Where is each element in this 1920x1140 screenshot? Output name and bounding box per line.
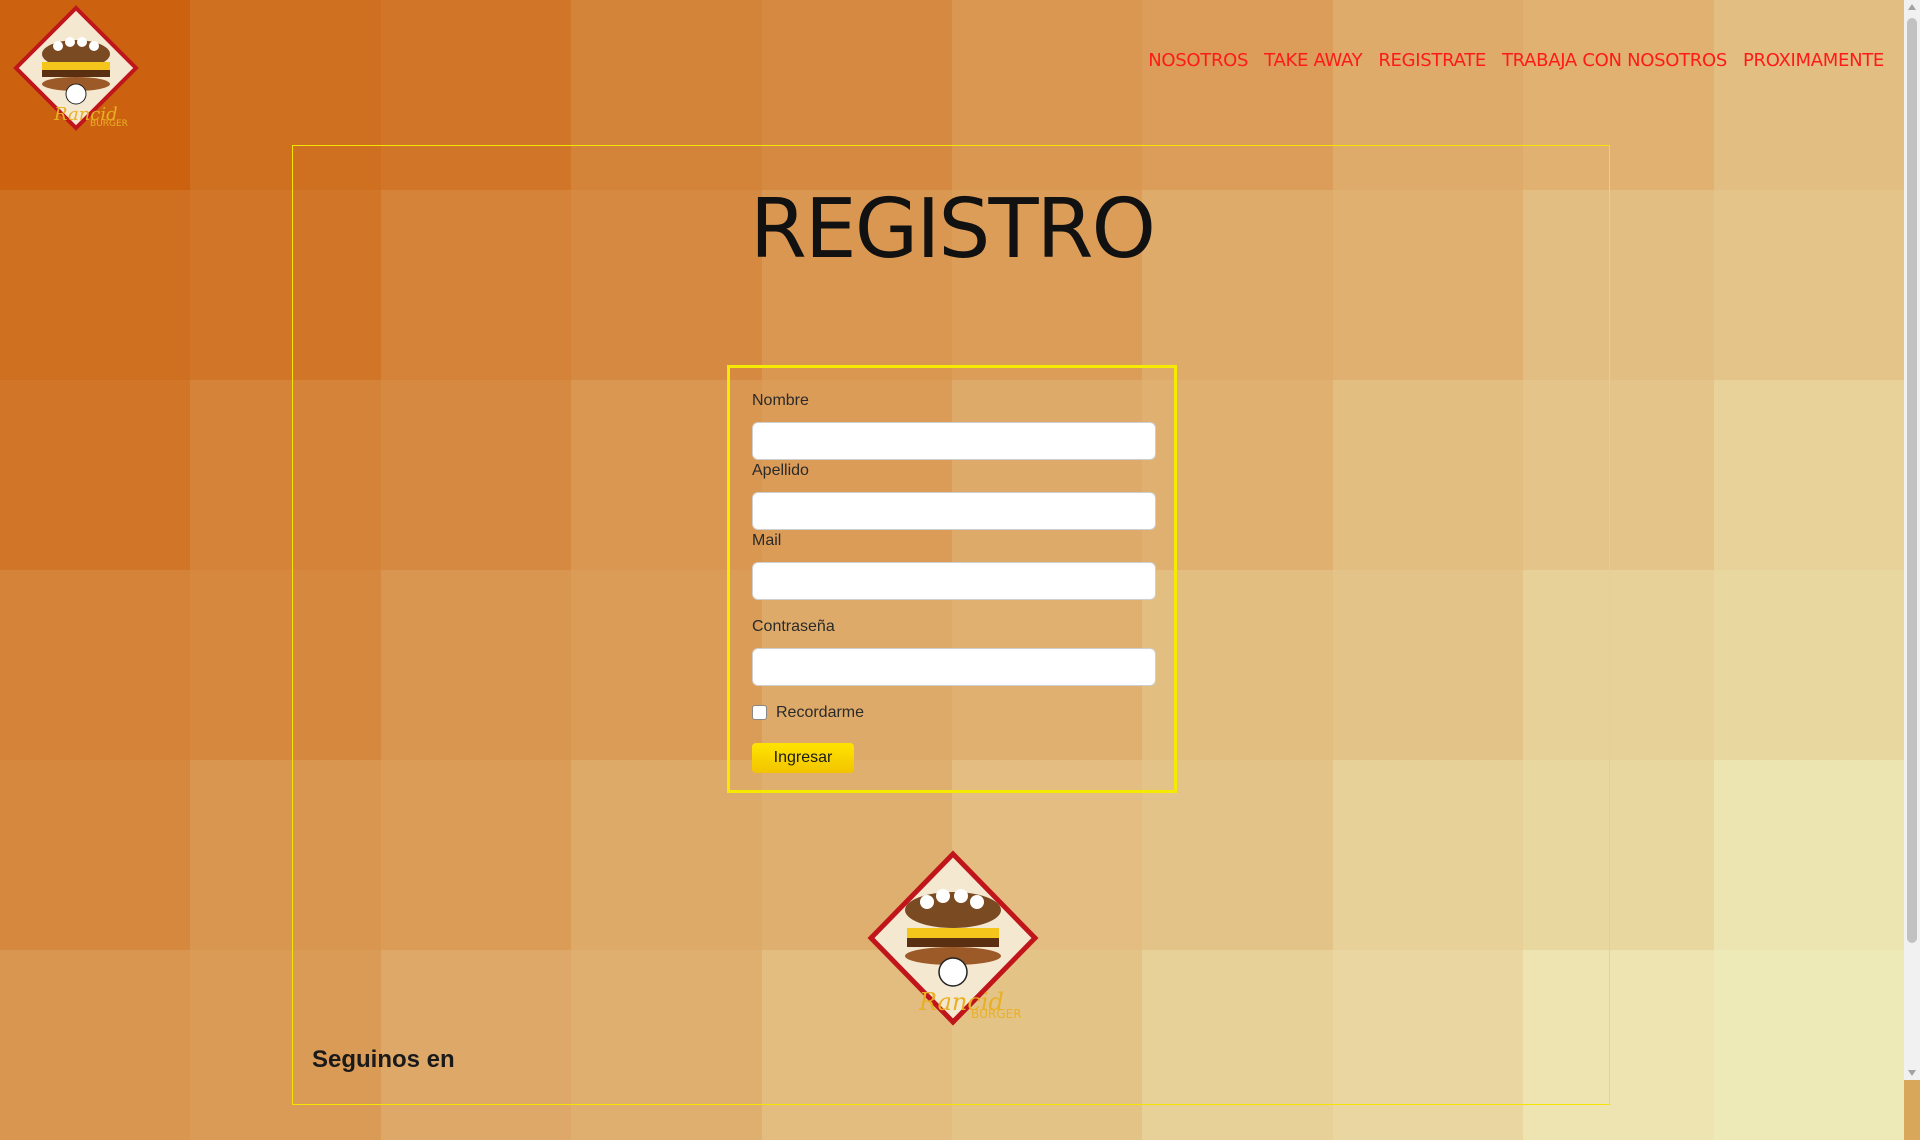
page-scrollbar[interactable] [1904, 0, 1920, 1080]
password-label: Contraseña [752, 618, 835, 635]
nav-link-take-away[interactable]: TAKE AWAY [1264, 50, 1362, 71]
ingresar-button[interactable]: Ingresar [752, 743, 854, 773]
apellido-label: Apellido [752, 462, 809, 479]
nombre-label: Nombre [752, 392, 809, 409]
scroll-down-arrow-icon[interactable] [1908, 1070, 1916, 1076]
mail-input[interactable] [752, 562, 1156, 600]
logo-icon[interactable]: Rancid BURGER [12, 4, 140, 134]
nav-link-nosotros[interactable]: NOSOTROS [1148, 50, 1248, 71]
nav-link-trabaja[interactable]: TRABAJA CON NOSOTROS [1502, 50, 1727, 71]
nav-link-proximamente[interactable]: PROXIMAMENTE [1743, 50, 1884, 71]
nombre-input[interactable] [752, 422, 1156, 460]
apellido-input[interactable] [752, 492, 1156, 530]
scroll-thumb[interactable] [1907, 18, 1917, 943]
scroll-up-arrow-icon[interactable] [1908, 4, 1916, 10]
remember-label: Recordarme [776, 704, 865, 721]
main-nav: NOSOTROS TAKE AWAY REGISTRATE TRABAJA CO… [1148, 50, 1884, 71]
follow-us-heading: Seguinos en [312, 1046, 455, 1073]
nav-link-registrate[interactable]: REGISTRATE [1378, 50, 1486, 71]
remember-checkbox[interactable] [752, 705, 767, 720]
registration-form: Nombre Apellido Mail Contraseña Recordar… [727, 365, 1177, 793]
svg-text:BURGER: BURGER [90, 119, 128, 129]
logo-large-icon: Rancid BURGER [867, 850, 1039, 1026]
svg-text:BURGER: BURGER [971, 1007, 1022, 1021]
page-title: REGISTRO [749, 182, 1156, 277]
mail-label: Mail [752, 532, 782, 549]
password-input[interactable] [752, 648, 1156, 686]
